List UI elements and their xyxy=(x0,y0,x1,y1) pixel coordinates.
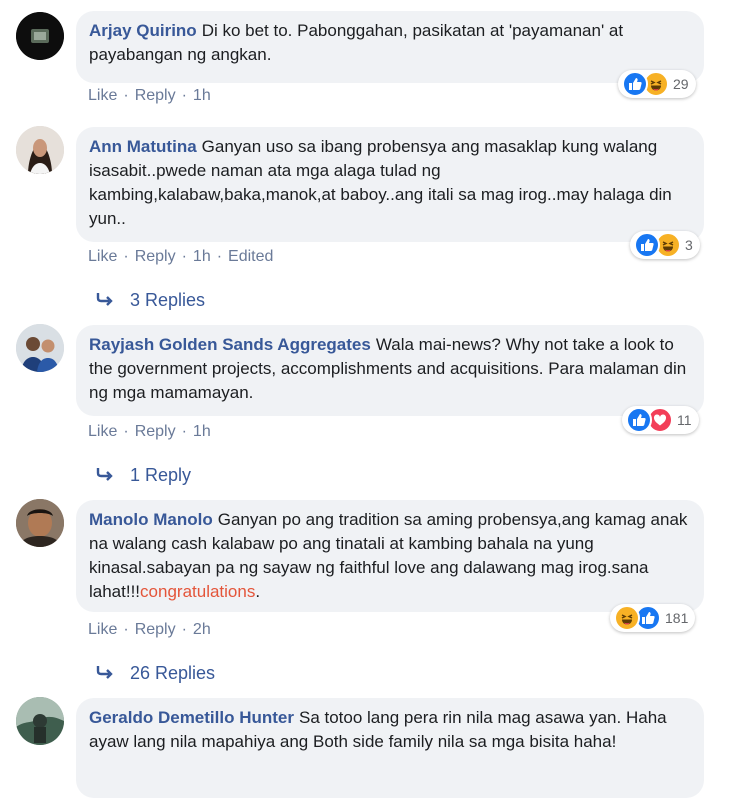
comment-bubble: Arjay Quirino Di ko bet to. Pabonggahan, … xyxy=(76,11,704,83)
view-replies-link[interactable]: 26 Replies xyxy=(96,662,215,684)
view-replies-link[interactable]: 1 Reply xyxy=(96,464,191,486)
avatar[interactable] xyxy=(16,697,64,745)
comment-timestamp[interactable]: 1h xyxy=(193,86,211,106)
reactions-badge[interactable]: 3 xyxy=(630,231,700,259)
reply-link[interactable]: Reply xyxy=(135,620,176,640)
comment-actions: Like · Reply · 1h xyxy=(88,422,211,442)
comment-author[interactable]: Arjay Quirino xyxy=(89,21,197,40)
comment-author[interactable]: Ann Matutina xyxy=(89,137,197,156)
reply-arrow-icon xyxy=(96,464,114,486)
reply-link[interactable]: Reply xyxy=(135,247,176,267)
comment-bubble: Rayjash Golden Sands Aggregates Wala mai-… xyxy=(76,325,704,416)
avatar[interactable] xyxy=(16,126,64,174)
reaction-count: 29 xyxy=(673,76,689,92)
avatar[interactable] xyxy=(16,499,64,547)
replies-count[interactable]: 3 Replies xyxy=(130,289,205,311)
reaction-count: 181 xyxy=(665,610,689,626)
avatar[interactable] xyxy=(16,324,64,372)
replies-count[interactable]: 1 Reply xyxy=(130,464,191,486)
comment-author[interactable]: Rayjash Golden Sands Aggregates xyxy=(89,335,371,354)
comment-bubble: Geraldo Demetillo Hunter Sa totoo lang pe… xyxy=(76,698,704,798)
like-link[interactable]: Like xyxy=(88,620,117,640)
comment-actions: Like · Reply · 2h xyxy=(88,620,211,640)
comment-text-end: . xyxy=(255,582,261,601)
reply-link[interactable]: Reply xyxy=(135,86,176,106)
like-link[interactable]: Like xyxy=(88,86,117,106)
reactions-badge[interactable]: 181 xyxy=(610,604,696,632)
comment-timestamp[interactable]: 1h xyxy=(193,422,211,442)
comment-actions: Like · Reply · 1h xyxy=(88,86,211,106)
replies-count[interactable]: 26 Replies xyxy=(130,662,215,684)
comment-author[interactable]: Geraldo Demetillo Hunter xyxy=(89,708,294,727)
reply-arrow-icon xyxy=(96,662,114,684)
reactions-badge[interactable]: 11 xyxy=(622,406,699,434)
comment-bubble: Ann Matutina Ganyan uso sa ibang probensy… xyxy=(76,127,704,242)
comment-bubble: Manolo Manolo Ganyan po ang tradition sa … xyxy=(76,500,704,612)
edited-label[interactable]: Edited xyxy=(228,247,273,267)
reaction-count: 3 xyxy=(685,237,693,253)
comment-timestamp[interactable]: 1h xyxy=(193,247,211,267)
reactions-badge[interactable]: 29 xyxy=(618,70,696,98)
like-link[interactable]: Like xyxy=(88,247,117,267)
comment-actions: Like · Reply · 1h · Edited xyxy=(88,247,274,267)
laughing-face-icon xyxy=(614,605,640,631)
avatar[interactable] xyxy=(16,12,64,60)
view-replies-link[interactable]: 3 Replies xyxy=(96,289,205,311)
thumbs-up-icon xyxy=(634,232,660,258)
like-link[interactable]: Like xyxy=(88,422,117,442)
comment-timestamp[interactable]: 2h xyxy=(193,620,211,640)
highlighted-word: congratulations xyxy=(140,582,256,601)
reply-link[interactable]: Reply xyxy=(135,422,176,442)
reply-arrow-icon xyxy=(96,289,114,311)
thumbs-up-icon xyxy=(626,407,652,433)
comment-author[interactable]: Manolo Manolo xyxy=(89,510,213,529)
thumbs-up-icon xyxy=(622,71,648,97)
reaction-count: 11 xyxy=(677,412,692,428)
